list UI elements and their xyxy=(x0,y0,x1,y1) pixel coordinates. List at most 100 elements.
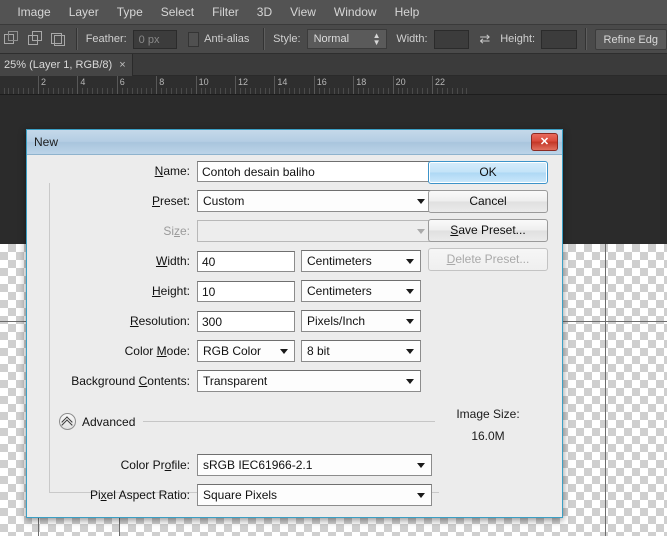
height-unit-select[interactable]: Centimeters xyxy=(301,280,421,302)
ruler-minor-tick xyxy=(210,88,211,94)
size-label: Size: xyxy=(163,224,190,238)
style-select-value: Normal xyxy=(313,33,350,45)
close-icon[interactable]: ✕ xyxy=(531,133,558,151)
ruler-minor-tick xyxy=(437,88,438,94)
size-select xyxy=(197,220,432,242)
cancel-button[interactable]: Cancel xyxy=(428,190,548,213)
advanced-form: Color Profile: sRGB IEC61966-2.1 Pixel A… xyxy=(39,453,439,513)
resolution-row: Resolution: 300 Pixels/Inch xyxy=(39,309,439,333)
ruler-minor-tick xyxy=(191,88,192,94)
color-depth-select[interactable]: 8 bit xyxy=(301,340,421,362)
ruler-minor-tick xyxy=(442,88,443,94)
save-preset-button[interactable]: Save Preset... xyxy=(428,219,548,242)
ok-button[interactable]: OK xyxy=(428,161,548,184)
color-profile-select[interactable]: sRGB IEC61966-2.1 xyxy=(197,454,432,476)
ruler-minor-tick xyxy=(383,88,384,94)
horizontal-ruler: 2 4 6 8 10 12 14 16 18 20 22 xyxy=(0,76,667,95)
document-tab[interactable]: 25% (Layer 1, RGB/8) × xyxy=(0,54,133,76)
new-selection-icon[interactable] xyxy=(2,29,22,49)
menu-item-view[interactable]: View xyxy=(281,1,325,24)
ruler-minor-tick xyxy=(186,88,187,94)
ruler-minor-tick xyxy=(289,88,290,94)
menu-item-window[interactable]: Window xyxy=(325,1,386,24)
height-input[interactable]: 10 xyxy=(197,280,295,302)
name-input[interactable]: Contoh desain baliho xyxy=(197,160,432,182)
ruler-tick-label: 8 xyxy=(159,77,165,87)
ruler-minor-tick xyxy=(378,88,379,94)
new-document-dialog: New ✕ Name: Contoh desain baliho Preset:… xyxy=(26,129,563,518)
ruler-minor-tick xyxy=(284,88,285,94)
ruler-minor-tick xyxy=(265,88,266,94)
image-size-readout: Image Size: 16.0M xyxy=(428,403,548,447)
style-select[interactable]: Normal ▲ ▼ xyxy=(306,29,387,49)
ruler-minor-tick xyxy=(8,88,9,94)
dialog-title: New xyxy=(34,135,59,149)
width-input[interactable] xyxy=(433,29,470,49)
color-mode-select[interactable]: RGB Color xyxy=(197,340,295,362)
ruler-minor-tick xyxy=(240,88,241,94)
menu-item-type[interactable]: Type xyxy=(108,1,152,24)
height-label: Height: xyxy=(500,33,536,45)
ruler-minor-tick xyxy=(132,88,133,94)
ruler-minor-tick xyxy=(201,88,202,94)
intersect-selection-icon[interactable] xyxy=(48,29,68,49)
add-to-selection-icon[interactable] xyxy=(25,29,45,49)
refine-edge-button[interactable]: Refine Edg xyxy=(594,28,667,50)
ruler-minor-tick xyxy=(146,88,147,94)
dialog-title-bar[interactable]: New ✕ xyxy=(27,130,562,155)
menu-item-layer[interactable]: Layer xyxy=(60,1,108,24)
menu-item-select[interactable]: Select xyxy=(152,1,203,24)
menu-item-help[interactable]: Help xyxy=(386,1,429,24)
close-icon[interactable]: × xyxy=(119,59,125,71)
document-tab-label: 25% (Layer 1, RGB/8) xyxy=(4,59,113,71)
width-label: Width: xyxy=(155,254,190,268)
anti-alias-checkbox[interactable] xyxy=(188,31,200,47)
background-contents-select[interactable]: Transparent xyxy=(197,370,421,392)
width-row: Width: 40 Centimeters xyxy=(39,249,439,273)
menu-item-filter[interactable]: Filter xyxy=(203,1,248,24)
ruler-minor-tick xyxy=(417,88,418,94)
ruler-minor-tick xyxy=(141,88,142,94)
ruler-minor-tick xyxy=(338,88,339,94)
advanced-section-header[interactable]: Advanced xyxy=(59,413,439,430)
ruler-minor-tick xyxy=(462,88,463,94)
height-input[interactable] xyxy=(541,29,577,49)
resolution-unit-select[interactable]: Pixels/Inch xyxy=(301,310,421,332)
height-label: Height: xyxy=(151,284,190,298)
menu-item-3d[interactable]: 3D xyxy=(248,1,281,24)
advanced-divider xyxy=(143,421,435,422)
width-input[interactable]: 40 xyxy=(197,250,295,272)
ruler-minor-tick xyxy=(398,88,399,94)
ruler-minor-tick xyxy=(329,88,330,94)
ruler-minor-tick xyxy=(260,88,261,94)
ruler-tick-label: 22 xyxy=(435,77,446,87)
ruler-minor-tick xyxy=(18,88,19,94)
ruler-minor-tick xyxy=(13,88,14,94)
swap-arrows-icon[interactable]: ⇄ xyxy=(479,31,490,47)
preset-select[interactable]: Custom xyxy=(197,190,432,212)
resolution-input[interactable]: 300 xyxy=(197,310,295,332)
ruler-minor-tick xyxy=(319,88,320,94)
size-row: Size: xyxy=(39,219,439,243)
dialog-form: Name: Contoh desain baliho Preset: Custo… xyxy=(39,159,439,399)
ruler-minor-tick xyxy=(58,88,59,94)
menu-item-image[interactable]: Image xyxy=(8,1,59,24)
chevron-double-up-icon[interactable] xyxy=(59,413,76,430)
color-profile-row: Color Profile: sRGB IEC61966-2.1 xyxy=(39,453,439,477)
pixel-aspect-ratio-select[interactable]: Square Pixels xyxy=(197,484,432,506)
ruler-minor-tick xyxy=(294,88,295,94)
ruler-minor-tick xyxy=(304,88,305,94)
ruler-minor-tick xyxy=(457,88,458,94)
width-unit-select[interactable]: Centimeters xyxy=(301,250,421,272)
photoshop-window: t Image Layer Type Select Filter 3D View… xyxy=(0,0,667,536)
ruler-tick-label: 2 xyxy=(41,77,47,87)
ruler-minor-tick xyxy=(230,88,231,94)
ruler-minor-tick xyxy=(102,88,103,94)
ruler-minor-tick xyxy=(373,88,374,94)
ruler-minor-tick xyxy=(112,88,113,94)
document-tab-strip: 25% (Layer 1, RGB/8) × xyxy=(0,54,667,76)
ruler-minor-tick xyxy=(452,88,453,94)
feather-input[interactable]: 0 px xyxy=(132,29,177,49)
menu-item-edit[interactable]: t xyxy=(0,1,8,24)
style-label: Style: xyxy=(273,33,301,45)
